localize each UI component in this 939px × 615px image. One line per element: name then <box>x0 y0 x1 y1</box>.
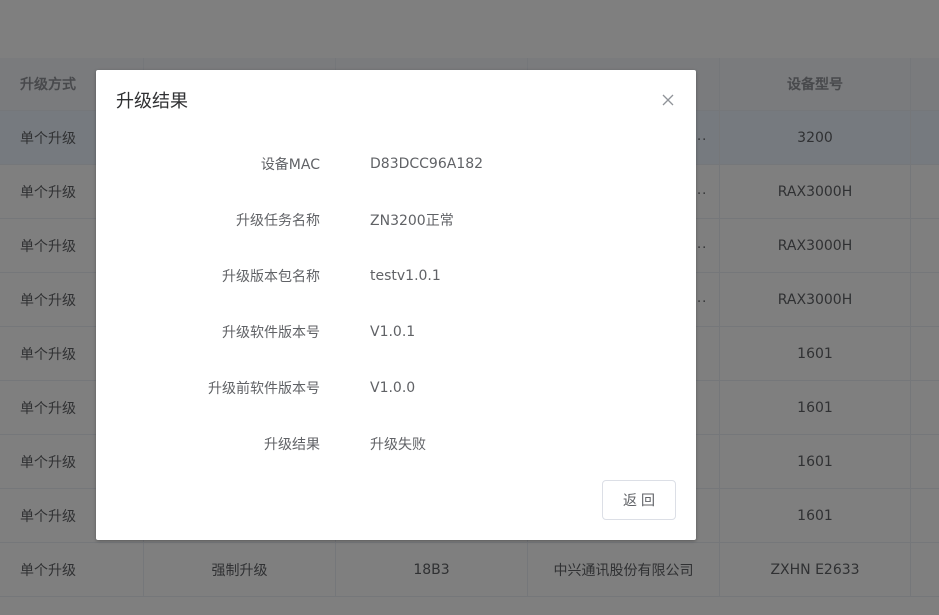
field-value: ZN3200正常 <box>370 213 454 229</box>
field-value: V1.0.1 <box>370 324 416 340</box>
field-label: 升级软件版本号 <box>222 325 320 341</box>
field-software-version: 升级软件版本号 V1.0.1 <box>96 304 696 360</box>
field-label: 升级任务名称 <box>236 213 320 229</box>
field-value: 升级失败 <box>370 437 426 453</box>
field-value: testv1.0.1 <box>370 268 441 284</box>
result-form: 设备MAC D83DCC96A182 升级任务名称 ZN3200正常 升级版本包… <box>96 136 696 472</box>
field-previous-version: 升级前软件版本号 V1.0.0 <box>96 360 696 416</box>
upgrade-result-dialog: 升级结果 设备MAC D83DCC96A182 升级任务名称 ZN3200正常 … <box>96 70 696 540</box>
field-value: V1.0.0 <box>370 380 416 396</box>
dialog-title: 升级结果 <box>116 91 188 112</box>
field-label: 升级结果 <box>264 437 320 453</box>
back-button[interactable]: 返回 <box>602 480 676 520</box>
close-icon <box>662 94 674 106</box>
field-package-name: 升级版本包名称 testv1.0.1 <box>96 248 696 304</box>
close-button[interactable] <box>660 92 676 108</box>
field-upgrade-result: 升级结果 升级失败 <box>96 416 696 472</box>
field-label: 升级版本包名称 <box>222 269 320 285</box>
field-label: 升级前软件版本号 <box>208 381 320 397</box>
field-device-mac: 设备MAC D83DCC96A182 <box>96 136 696 192</box>
field-task-name: 升级任务名称 ZN3200正常 <box>96 192 696 248</box>
field-label: 设备MAC <box>260 157 320 173</box>
field-value: D83DCC96A182 <box>370 156 484 172</box>
